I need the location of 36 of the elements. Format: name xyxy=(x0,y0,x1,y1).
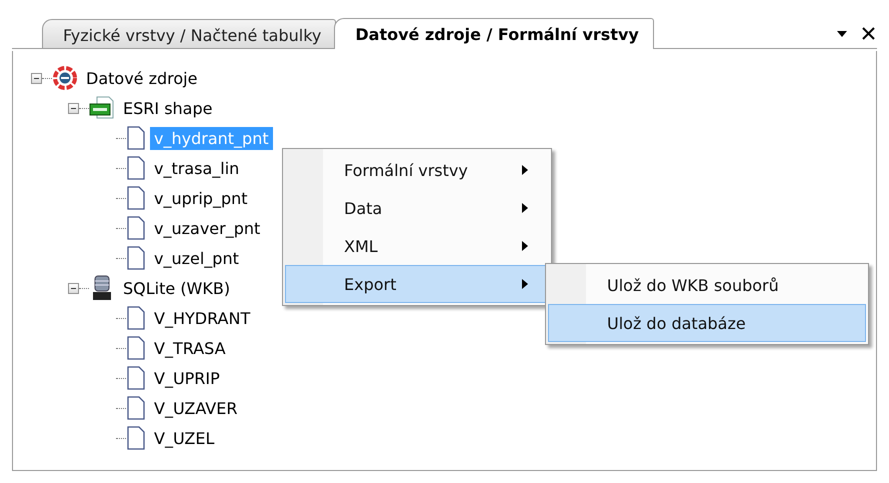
tree-item[interactable]: SQLite (WKB) xyxy=(119,276,234,300)
document-icon xyxy=(126,186,146,210)
tab[interactable]: Datové zdroje / Formální vrstvy xyxy=(334,18,654,49)
document-icon xyxy=(126,426,146,450)
document-icon xyxy=(126,216,146,240)
document-icon xyxy=(126,396,146,420)
tree-item[interactable]: V_UZAVER xyxy=(150,396,242,420)
tree-item[interactable]: V_UZEL xyxy=(150,426,218,450)
collapse-toggle[interactable] xyxy=(31,72,42,84)
tab[interactable]: Fyzické vrstvy / Načtené tabulky xyxy=(42,19,336,48)
menu-item[interactable]: Ulož do databáze xyxy=(548,304,866,342)
dropdown-icon[interactable] xyxy=(836,30,848,38)
menu-item[interactable]: XML xyxy=(285,227,549,265)
menu-item[interactable]: Ulož do WKB souborů xyxy=(548,266,866,304)
collapse-toggle[interactable] xyxy=(68,282,79,294)
tree-item[interactable]: v_uzaver_pnt xyxy=(150,216,264,240)
tree-item[interactable]: V_TRASA xyxy=(150,336,230,360)
menu-item[interactable]: Data xyxy=(285,189,549,227)
shapefile-icon xyxy=(89,96,115,120)
document-icon xyxy=(126,306,146,330)
document-icon xyxy=(126,246,146,270)
document-icon xyxy=(126,366,146,390)
tree-item[interactable]: Datové zdroje xyxy=(82,66,202,90)
menu-item[interactable]: Formální vrstvy xyxy=(285,151,549,189)
close-icon[interactable] xyxy=(862,27,875,40)
tree-item[interactable]: ESRI shape xyxy=(119,96,216,120)
document-icon xyxy=(126,126,146,150)
tree-item[interactable]: v_trasa_lin xyxy=(150,156,244,180)
tree-item[interactable]: v_uzel_pnt xyxy=(150,246,243,270)
lifebuoy-icon xyxy=(52,65,78,91)
tree-item[interactable]: V_UPRIP xyxy=(150,366,224,390)
document-icon xyxy=(126,336,146,360)
document-icon xyxy=(126,156,146,180)
tree-item[interactable]: v_uprip_pnt xyxy=(150,186,252,210)
collapse-toggle[interactable] xyxy=(68,102,79,114)
tree-item[interactable]: V_HYDRANT xyxy=(150,306,254,330)
